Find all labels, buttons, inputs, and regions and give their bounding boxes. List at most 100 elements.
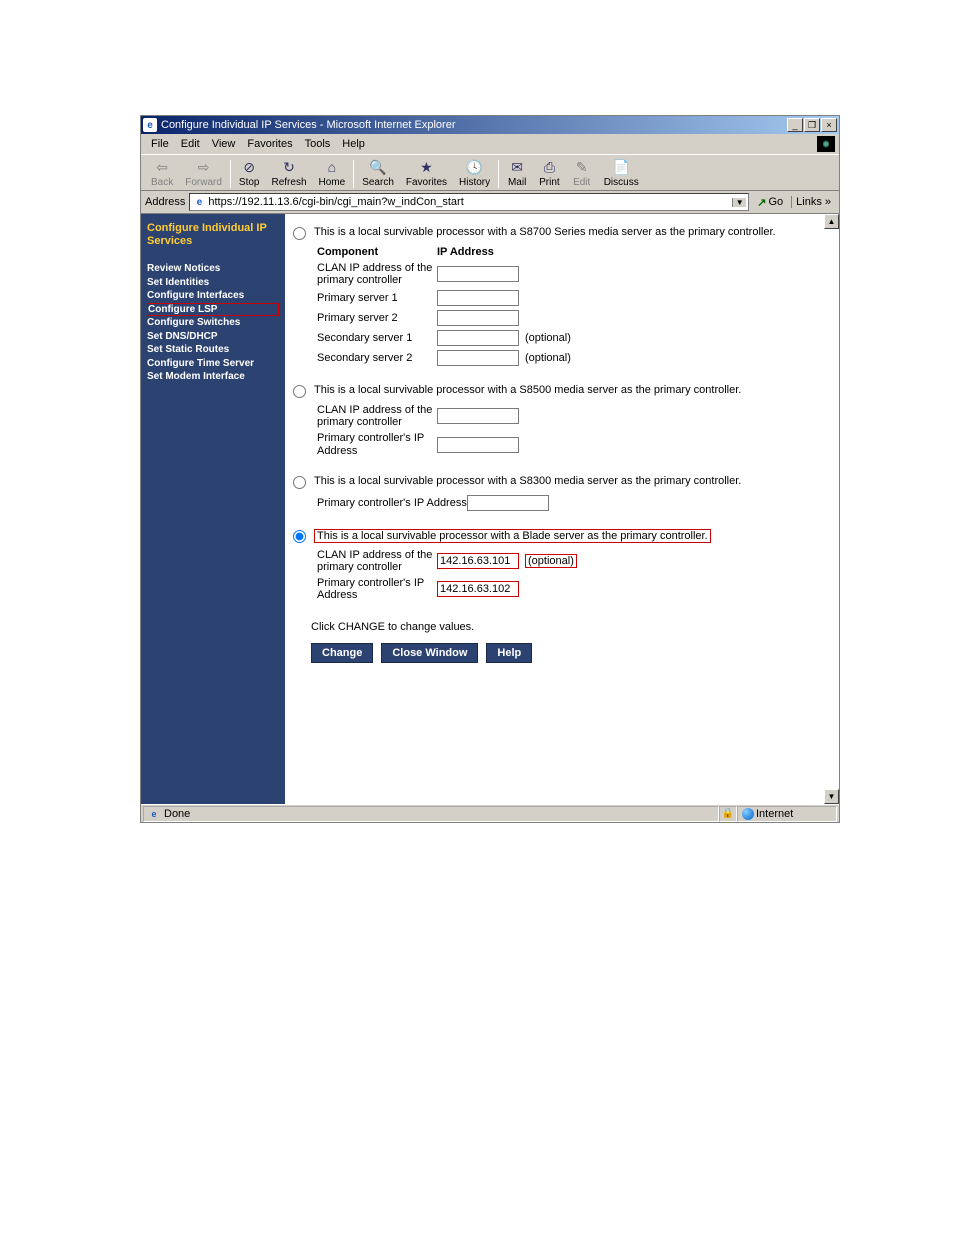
radio-s8700[interactable] xyxy=(293,227,306,240)
input-s8700-ss2[interactable] xyxy=(437,350,519,366)
refresh-button[interactable]: ↻Refresh xyxy=(266,157,313,188)
print-button[interactable]: ⎙Print xyxy=(533,157,566,188)
input-s8700-ps2[interactable] xyxy=(437,310,519,326)
menu-tools[interactable]: Tools xyxy=(299,136,337,152)
change-button[interactable]: Change xyxy=(311,643,373,663)
menu-favorites[interactable]: Favorites xyxy=(241,136,298,152)
sidebar-item-configure-interfaces[interactable]: Configure Interfaces xyxy=(147,289,279,303)
sidebar-item-review-notices[interactable]: Review Notices xyxy=(147,262,279,276)
favorites-button[interactable]: ★Favorites xyxy=(400,157,453,188)
close-window-button[interactable]: Close Window xyxy=(381,643,478,663)
label-ss2-optional: (optional) xyxy=(525,352,571,364)
home-button[interactable]: ⌂Home xyxy=(313,157,352,188)
address-dropdown-icon[interactable]: ▼ xyxy=(732,198,746,207)
blade-fields: CLAN IP address of the primary controlle… xyxy=(317,549,831,601)
sidebar-item-set-dns-dhcp[interactable]: Set DNS/DHCP xyxy=(147,330,279,344)
maximize-button[interactable]: ❐ xyxy=(804,118,820,132)
label-s8500-clan: CLAN IP address of the primary controlle… xyxy=(317,404,437,428)
scroll-up-button[interactable]: ▲ xyxy=(824,214,839,229)
forward-arrow-icon: ⇨ xyxy=(194,157,214,177)
input-s8500-pcip[interactable] xyxy=(437,437,519,453)
window-title: Configure Individual IP Services - Micro… xyxy=(161,119,787,131)
close-button[interactable]: × xyxy=(821,118,837,132)
sidebar-item-configure-time-server[interactable]: Configure Time Server xyxy=(147,357,279,371)
page-icon: e xyxy=(192,195,206,209)
header-component: Component xyxy=(317,246,437,258)
minimize-button[interactable]: _ xyxy=(787,118,803,132)
scroll-down-button[interactable]: ▼ xyxy=(824,789,839,804)
label-ss1: Secondary server 1 xyxy=(317,332,437,344)
option-s8300-label: This is a local survivable processor wit… xyxy=(314,475,741,487)
input-s8700-clan[interactable] xyxy=(437,266,519,282)
address-input[interactable]: https://192.11.13.6/cgi-bin/cgi_main?w_i… xyxy=(208,196,732,208)
input-s8300-pcip[interactable] xyxy=(467,495,549,511)
label-ps2: Primary server 2 xyxy=(317,312,437,324)
label-blade-optional: (optional) xyxy=(525,554,577,568)
links-button[interactable]: Links » xyxy=(791,196,835,208)
option-blade-label: This is a local survivable processor wit… xyxy=(314,529,711,543)
refresh-icon: ↻ xyxy=(279,157,299,177)
radio-blade[interactable] xyxy=(293,530,306,543)
stop-icon: ⊘ xyxy=(239,157,259,177)
edit-button[interactable]: ✎Edit xyxy=(566,157,598,188)
toolbar: ⇦Back ⇨Forward ⊘Stop ↻Refresh ⌂Home 🔍Sea… xyxy=(141,154,839,191)
back-arrow-icon: ⇦ xyxy=(152,157,172,177)
edit-icon: ✎ xyxy=(572,157,592,177)
mail-button[interactable]: ✉Mail xyxy=(501,157,533,188)
forward-button[interactable]: ⇨Forward xyxy=(179,157,228,188)
sidebar-item-set-modem-interface[interactable]: Set Modem Interface xyxy=(147,370,279,384)
stop-button[interactable]: ⊘Stop xyxy=(233,157,266,188)
instruction-text: Click CHANGE to change values. xyxy=(311,621,831,633)
address-input-wrap[interactable]: e https://192.11.13.6/cgi-bin/cgi_main?w… xyxy=(189,193,749,211)
zone-text: Internet xyxy=(756,808,793,820)
header-ip: IP Address xyxy=(437,246,525,258)
menu-view[interactable]: View xyxy=(206,136,242,152)
address-bar: Address e https://192.11.13.6/cgi-bin/cg… xyxy=(141,191,839,214)
label-ss2: Secondary server 2 xyxy=(317,352,437,364)
toolbar-separator xyxy=(353,160,354,188)
go-button[interactable]: Go xyxy=(753,196,787,209)
back-button[interactable]: ⇦Back xyxy=(145,157,179,188)
help-button[interactable]: Help xyxy=(486,643,532,663)
menu-edit[interactable]: Edit xyxy=(175,136,206,152)
s8500-fields: CLAN IP address of the primary controlle… xyxy=(317,404,831,456)
status-text: Done xyxy=(164,808,190,820)
input-s8700-ss1[interactable] xyxy=(437,330,519,346)
sidebar-item-set-identities[interactable]: Set Identities xyxy=(147,276,279,290)
throbber-icon xyxy=(817,136,835,152)
discuss-button[interactable]: 📄Discuss xyxy=(598,157,645,188)
discuss-icon: 📄 xyxy=(611,157,631,177)
s8700-fields: Component IP Address CLAN IP address of … xyxy=(317,246,831,366)
menubar: File Edit View Favorites Tools Help xyxy=(141,134,839,154)
option-s8700-label: This is a local survivable processor wit… xyxy=(314,226,776,238)
label-clan: CLAN IP address of the primary controlle… xyxy=(317,262,437,286)
content-area: Configure Individual IP Services Review … xyxy=(141,214,839,804)
input-blade-pcip[interactable] xyxy=(437,581,519,597)
menu-help[interactable]: Help xyxy=(336,136,371,152)
option-s8500-label: This is a local survivable processor wit… xyxy=(314,384,741,396)
window-controls: _ ❐ × xyxy=(787,118,837,132)
status-page-icon: e xyxy=(148,808,160,820)
sidebar-item-configure-lsp[interactable]: Configure LSP xyxy=(147,303,279,317)
radio-s8500[interactable] xyxy=(293,385,306,398)
menu-file[interactable]: File xyxy=(145,136,175,152)
input-s8700-ps1[interactable] xyxy=(437,290,519,306)
radio-s8300[interactable] xyxy=(293,476,306,489)
sidebar-item-configure-switches[interactable]: Configure Switches xyxy=(147,316,279,330)
label-s8300-pcip: Primary controller's IP Address xyxy=(317,497,467,509)
lock-icon: 🔒 xyxy=(719,806,737,822)
ie-window: e Configure Individual IP Services - Mic… xyxy=(140,115,840,823)
toolbar-separator xyxy=(498,160,499,188)
search-button[interactable]: 🔍Search xyxy=(356,157,400,188)
input-blade-clan[interactable] xyxy=(437,553,519,569)
input-s8500-clan[interactable] xyxy=(437,408,519,424)
sidebar-item-set-static-routes[interactable]: Set Static Routes xyxy=(147,343,279,357)
history-button[interactable]: 🕓History xyxy=(453,157,496,188)
label-s8500-pcip: Primary controller's IP Address xyxy=(317,432,437,456)
toolbar-separator xyxy=(230,160,231,188)
favorites-icon: ★ xyxy=(416,157,436,177)
label-blade-clan: CLAN IP address of the primary controlle… xyxy=(317,549,437,573)
print-icon: ⎙ xyxy=(539,157,559,177)
option-s8300: This is a local survivable processor wit… xyxy=(293,475,831,489)
option-s8700: This is a local survivable processor wit… xyxy=(293,226,831,240)
